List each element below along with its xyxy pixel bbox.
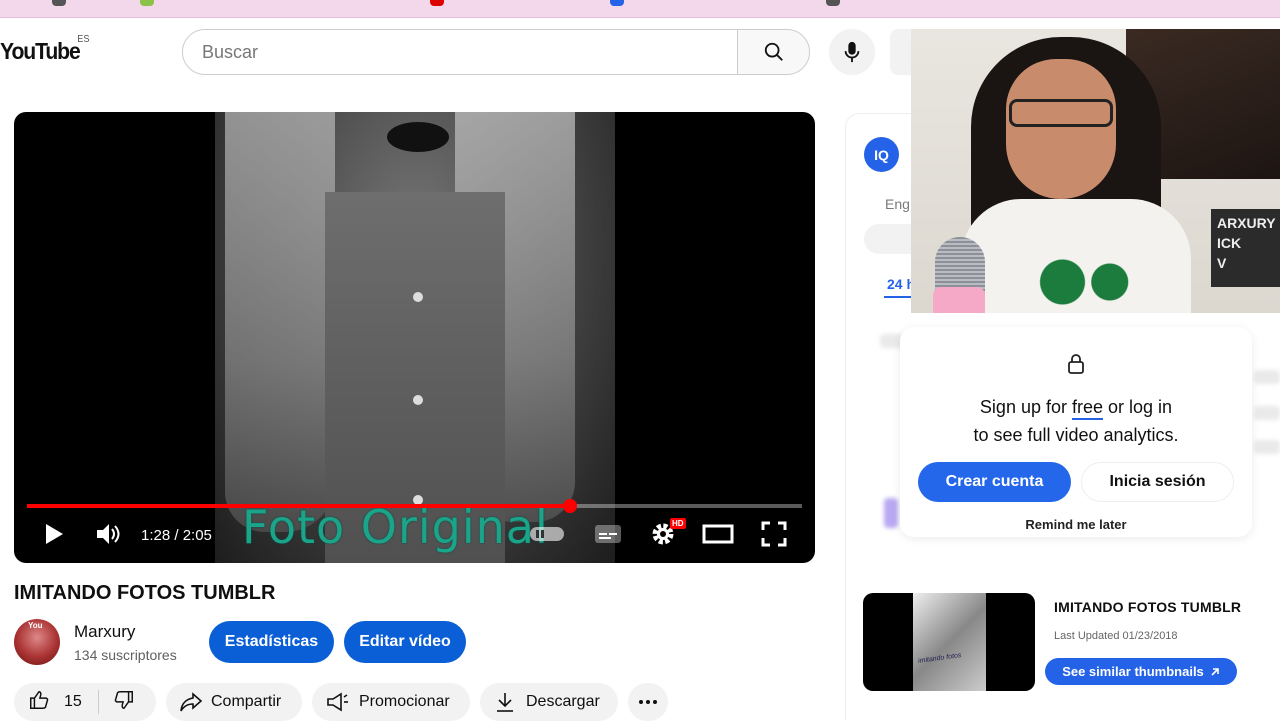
promote-label: Promocionar — [359, 693, 450, 710]
channel-avatar[interactable]: You — [14, 619, 60, 665]
video-title: IMITANDO FOTOS TUMBLR — [14, 582, 276, 604]
fullscreen-button[interactable] — [761, 520, 787, 548]
video-frame — [215, 112, 615, 563]
blurred-stat — [1254, 440, 1280, 454]
share-icon — [180, 692, 203, 712]
login-button[interactable]: Inicia sesión — [1081, 462, 1234, 502]
blurred-stat — [1254, 406, 1280, 420]
language-label[interactable]: Eng — [885, 196, 910, 212]
volume-icon — [97, 524, 120, 544]
lock-icon — [1068, 354, 1084, 374]
search-bar — [182, 29, 810, 75]
create-account-button[interactable]: Crear cuenta — [918, 462, 1071, 502]
wall-sign: ARXURY ICK V — [1211, 209, 1280, 287]
related-thumbnail[interactable]: imitando fotos — [863, 593, 1035, 691]
signup-prompt: Sign up for free or log in to see full v… — [900, 327, 1252, 537]
browser-tab-strip — [0, 0, 1280, 18]
related-updated-date: Last Updated 01/23/2018 — [1054, 630, 1178, 642]
person-face — [1006, 59, 1116, 199]
subtitles-button[interactable] — [594, 520, 622, 548]
tab-favicon-icon — [140, 0, 154, 6]
thumbnail-image — [913, 593, 986, 691]
channel-name[interactable]: Marxury — [74, 622, 135, 642]
megaphone-icon — [327, 692, 348, 712]
subtitles-icon — [595, 525, 621, 543]
related-video-title: IMITANDO FOTOS TUMBLR — [1054, 599, 1242, 615]
fullscreen-icon — [761, 521, 787, 547]
dislike-button[interactable] — [113, 689, 135, 716]
blurred-stat — [1254, 370, 1280, 384]
more-actions-button[interactable] — [628, 683, 668, 721]
more-horizontal-icon — [639, 700, 657, 704]
download-icon — [497, 693, 513, 712]
progress-played — [27, 504, 570, 508]
play-icon — [46, 524, 63, 544]
remind-later-link[interactable]: Remind me later — [900, 517, 1252, 532]
download-label: Descargar — [526, 693, 600, 710]
voice-search-button[interactable] — [829, 29, 875, 75]
subscriber-count: 134 suscriptores — [74, 647, 177, 663]
volume-button[interactable] — [94, 520, 122, 548]
similar-thumbnails-button[interactable]: See similar thumbnails — [1045, 658, 1237, 685]
tab-favicon-icon — [52, 0, 66, 6]
play-button[interactable] — [42, 520, 66, 548]
active-tab-indicator — [884, 296, 914, 298]
free-highlight: free — [1071, 397, 1104, 420]
logo-country-code: ES — [77, 34, 90, 45]
progress-bar[interactable] — [27, 499, 802, 513]
stats-button[interactable]: Estadísticas — [209, 621, 334, 663]
divider — [97, 690, 99, 714]
video-player[interactable]: Foto Original 1:28 / 2:05 HD — [14, 112, 815, 563]
youtube-logo[interactable]: YouTube ES — [0, 34, 90, 65]
toggle-icon — [530, 527, 564, 541]
share-label: Compartir — [211, 693, 282, 710]
share-button[interactable]: Compartir — [166, 683, 302, 721]
tab-favicon-icon — [826, 0, 840, 6]
external-link-icon — [1211, 667, 1219, 676]
blurred-chart-bar — [884, 498, 898, 528]
search-icon — [764, 42, 783, 61]
hd-badge: HD — [670, 518, 686, 529]
extension-logo[interactable]: IQ — [864, 137, 899, 172]
similar-thumbnails-label: See similar thumbnails — [1062, 664, 1204, 679]
logo-text: YouTube — [0, 38, 81, 64]
signup-submessage: to see full video analytics. — [973, 425, 1179, 445]
theater-icon — [702, 524, 734, 544]
progress-scrubber[interactable] — [562, 499, 577, 513]
webcam-overlay: ARXURY ICK V — [911, 29, 1280, 313]
search-input[interactable] — [183, 30, 737, 74]
pause-indicator — [529, 520, 565, 548]
thumbs-down-icon — [114, 690, 133, 709]
microphone-icon — [844, 41, 860, 63]
like-dislike-group: 15 — [14, 683, 156, 721]
download-button[interactable]: Descargar — [480, 683, 618, 721]
tab-favicon-icon — [430, 0, 444, 6]
signup-message: Sign up for free or log in — [900, 397, 1252, 420]
like-button[interactable] — [28, 689, 50, 716]
time-display: 1:28 / 2:05 — [141, 527, 212, 544]
like-count: 15 — [64, 693, 82, 710]
edit-video-button[interactable]: Editar vídeo — [344, 621, 466, 663]
thumbs-up-icon — [30, 690, 49, 709]
promote-button[interactable]: Promocionar — [312, 683, 470, 721]
tab-favicon-icon — [610, 0, 624, 6]
video-overlay-caption: Foto Original — [242, 500, 549, 554]
search-button[interactable] — [737, 30, 809, 74]
theater-mode-button[interactable] — [702, 520, 734, 548]
